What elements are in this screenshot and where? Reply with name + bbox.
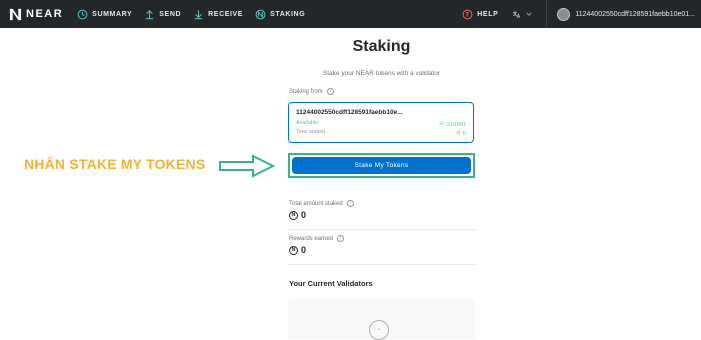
chevron-down-icon: [526, 12, 533, 16]
total-amount-staked-label: Total amount staked: [289, 200, 343, 207]
validators-empty-panel: •: [288, 299, 475, 340]
nav-receive[interactable]: RECEIVE: [193, 9, 243, 20]
total-staked-value: 0: [301, 210, 307, 220]
account-id: 11244002550cdff128591faebb10e01...: [575, 10, 695, 18]
nav-staking[interactable]: STAKING: [255, 9, 305, 20]
nav-summary-label: SUMMARY: [92, 10, 133, 18]
near-coin-icon: N: [289, 245, 298, 255]
help-button[interactable]: ? HELP: [462, 9, 512, 20]
divider: [288, 229, 475, 230]
nav-send-label: SEND: [159, 10, 182, 18]
validators-title: Your Current Validators: [289, 279, 373, 288]
staking-account-box[interactable]: 11244002550cdff128591faebb10e... Availab…: [288, 102, 474, 143]
topbar-right: ? HELP 11244002550cdff128591faebb10e01..…: [462, 0, 701, 28]
rewards-label-row: Rewards earned i: [289, 235, 345, 242]
svg-text:?: ?: [466, 11, 470, 18]
nav-summary[interactable]: SUMMARY: [77, 9, 132, 20]
page-subtitle: Stake your NEAR tokens with a validator: [322, 70, 441, 77]
available-row: Available Ⓝ 3.01991: [296, 120, 466, 128]
near-logo-icon: [9, 8, 22, 20]
total-staked-small-value: Ⓝ 0: [455, 131, 466, 137]
help-label: HELP: [477, 10, 499, 18]
total-staked-small-label: Total staked: [296, 129, 326, 135]
stake-my-tokens-button[interactable]: Stake My Tokens: [292, 157, 471, 174]
available-label: Available: [296, 120, 319, 126]
near-coin-icon: N: [289, 210, 298, 220]
rewards-earned-label: Rewards earned: [289, 235, 334, 242]
total-staked-label-row: Total amount staked i: [289, 200, 354, 207]
avatar: [557, 7, 571, 21]
top-navigation-bar: NEAR SUMMARY SEND RECEIVE STAKING ? HELP: [0, 0, 701, 28]
rewards-amount: N 0: [289, 245, 306, 255]
staking-icon: [255, 9, 266, 19]
nav-receive-label: RECEIVE: [208, 10, 244, 18]
logo-text: NEAR: [26, 8, 64, 20]
receive-arrow-icon: [194, 9, 203, 19]
near-logo[interactable]: NEAR: [9, 8, 63, 21]
info-icon[interactable]: i: [337, 235, 345, 242]
staking-from-label-row: Staking from i: [289, 88, 334, 95]
nav-staking-label: STAKING: [270, 10, 306, 18]
nav-send[interactable]: SEND: [144, 9, 181, 20]
staking-account-id: 11244002550cdff128591faebb10e...: [296, 109, 403, 116]
info-icon[interactable]: i: [346, 200, 354, 207]
send-arrow-icon: [146, 9, 154, 19]
total-staked-row: Total staked Ⓝ 0: [296, 129, 466, 137]
staking-from-label: Staking from: [289, 88, 323, 95]
validator-placeholder-icon: •: [369, 320, 389, 340]
clock-icon: [77, 9, 88, 19]
divider: [288, 264, 475, 265]
translate-icon: [513, 11, 521, 18]
rewards-value: 0: [301, 245, 307, 255]
help-icon: ?: [462, 9, 473, 19]
available-value: Ⓝ 3.01991: [439, 122, 466, 128]
info-icon[interactable]: i: [326, 88, 334, 95]
account-menu[interactable]: 11244002550cdff128591faebb10e01...: [546, 0, 701, 28]
page-title: Staking: [352, 38, 411, 55]
stake-button-highlight: Stake My Tokens: [288, 153, 475, 178]
language-selector[interactable]: [512, 10, 546, 19]
total-staked-amount: N 0: [289, 210, 306, 220]
main-nav: SUMMARY SEND RECEIVE STAKING: [77, 9, 305, 20]
instruction-annotation: NHẤN STAKE MY TOKENS: [24, 156, 206, 172]
right-arrow-icon: [219, 154, 275, 178]
